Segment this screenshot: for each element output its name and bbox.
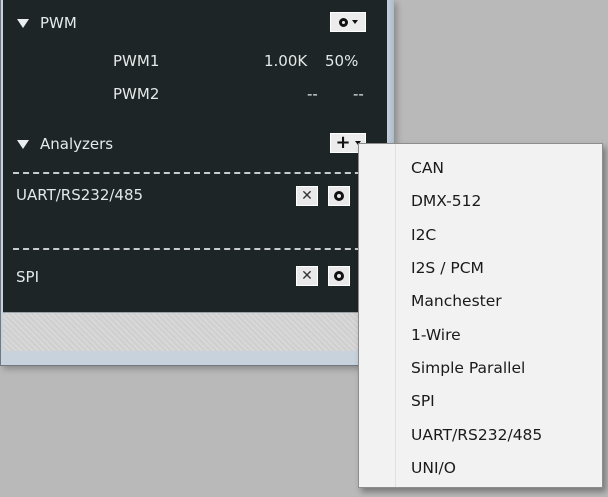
collapse-triangle-icon[interactable] (17, 18, 29, 28)
pwm2-frequency: -- (307, 85, 318, 103)
menu-item-dmx-512[interactable]: DMX-512 (411, 185, 481, 218)
analyzer-spi-label: SPI (16, 268, 39, 286)
pwm-settings-button[interactable] (330, 12, 366, 32)
menu-item-1-wire[interactable]: 1-Wire (411, 319, 461, 352)
menu-item-spi[interactable]: SPI (411, 385, 435, 418)
gear-icon (338, 17, 348, 27)
pwm2-label: PWM2 (113, 85, 160, 103)
analyzers-section-header[interactable]: Analyzers (17, 135, 113, 153)
pwm-section-header[interactable]: PWM (17, 14, 77, 32)
remove-uart-button[interactable]: ✕ (296, 186, 318, 206)
menu-item-manchester[interactable]: Manchester (411, 285, 502, 318)
close-icon: ✕ (301, 188, 313, 204)
menu-item-uni-o[interactable]: UNI/O (411, 452, 456, 485)
menu-icon-gutter (359, 144, 396, 487)
close-icon: ✕ (301, 268, 313, 284)
menu-item-i2c[interactable]: I2C (411, 219, 436, 252)
menu-item-uart-rs232-485[interactable]: UART/RS232/485 (411, 419, 542, 452)
uart-settings-button[interactable] (328, 186, 350, 206)
menu-item-i2s-pcm[interactable]: I2S / PCM (411, 252, 484, 285)
pwm1-duty: 50% (325, 52, 359, 70)
menu-item-can[interactable]: CAN (411, 152, 444, 185)
pwm1-label: PWM1 (113, 52, 160, 70)
collapse-triangle-icon[interactable] (17, 139, 29, 149)
gear-icon (334, 191, 344, 201)
plus-icon: + (335, 132, 351, 153)
app-window: PWM PWM1 1.00K 50% PWM2 -- -- Analyzers … (0, 0, 394, 366)
device-panel: PWM PWM1 1.00K 50% PWM2 -- -- Analyzers … (3, 0, 387, 312)
analyzer-uart-label: UART/RS232/485 (16, 186, 144, 204)
status-strip (3, 312, 387, 351)
analyzers-header-label: Analyzers (40, 135, 114, 153)
caret-down-icon (351, 20, 358, 24)
menu-item-simple-parallel[interactable]: Simple Parallel (411, 352, 525, 385)
section-divider (13, 172, 381, 174)
spi-settings-button[interactable] (328, 266, 350, 286)
analyzer-divider (13, 248, 381, 250)
remove-spi-button[interactable]: ✕ (296, 266, 318, 286)
pwm-header-label: PWM (40, 14, 77, 32)
analyzer-type-menu: CAN DMX-512 I2C I2S / PCM Manchester 1-W… (358, 143, 603, 488)
pwm2-duty: -- (353, 85, 364, 103)
gear-icon (334, 271, 344, 281)
pwm1-frequency: 1.00K (264, 52, 308, 70)
